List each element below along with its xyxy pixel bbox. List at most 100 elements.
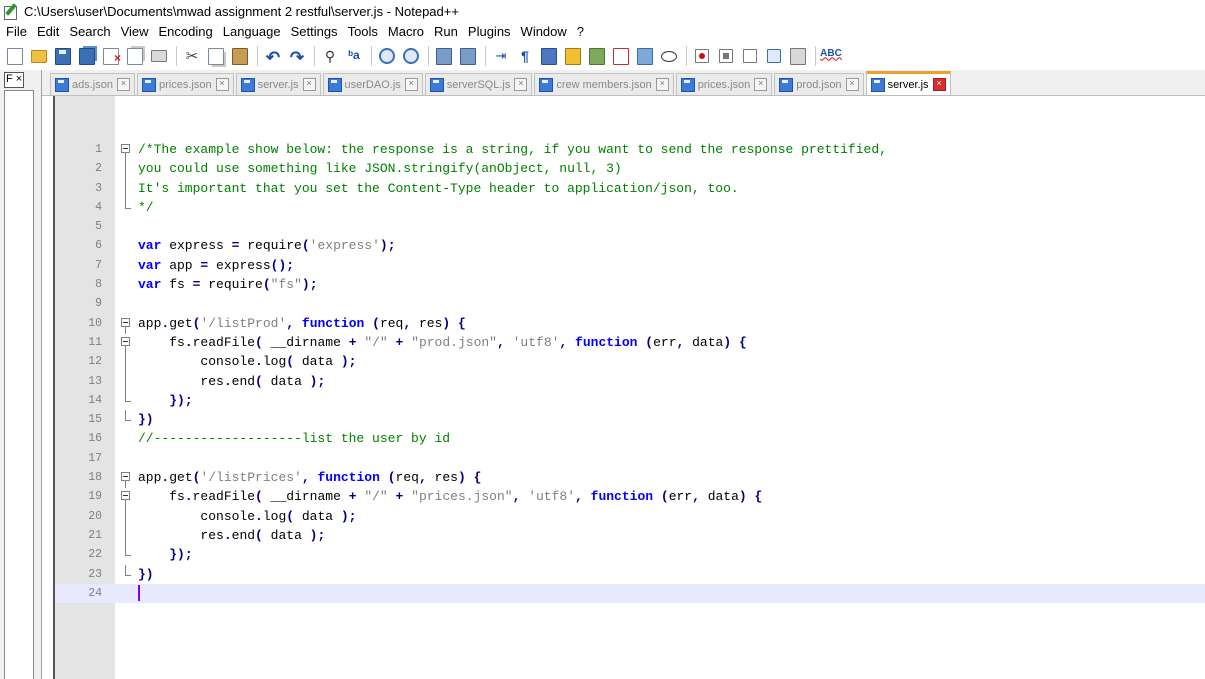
code-token: require	[239, 238, 302, 254]
code-token: data	[262, 373, 310, 389]
line-number: 5	[95, 220, 102, 234]
tab-close-icon[interactable]: ×	[404, 78, 418, 91]
save-button[interactable]	[52, 45, 74, 67]
close-all-button[interactable]	[124, 45, 146, 67]
menu-run[interactable]: Run	[429, 22, 463, 42]
tab-label: prod.json	[796, 78, 842, 91]
code-token: log	[262, 508, 287, 524]
code-text	[138, 584, 140, 603]
stop-recording-button[interactable]	[715, 45, 737, 67]
save-macro-button[interactable]	[787, 45, 809, 67]
fold-line	[119, 545, 133, 564]
new-file-button[interactable]	[4, 45, 26, 67]
menu-encoding[interactable]: Encoding	[154, 22, 218, 42]
menu-search[interactable]: Search	[64, 22, 115, 42]
word-wrap-button[interactable]: ⇥	[490, 45, 512, 67]
tab-userdao-js[interactable]: userDAO.js ×	[322, 73, 423, 95]
redo-button[interactable]: ↷	[286, 45, 308, 67]
menu-tools[interactable]: Tools	[343, 22, 383, 42]
fold-toggle-icon[interactable]	[119, 140, 133, 160]
code-text: /*The example show below: the response i…	[138, 140, 887, 159]
code-token: (	[255, 334, 263, 350]
monitoring-icon	[661, 50, 677, 62]
code-token: fs	[138, 334, 185, 350]
code-token: );	[301, 277, 318, 293]
find-button[interactable]: ⚲	[319, 45, 341, 67]
close-all-icon	[127, 47, 143, 65]
fold-toggle-icon[interactable]	[119, 314, 133, 334]
show-all-characters-button[interactable]: ¶	[514, 45, 536, 67]
tab-close-icon[interactable]: ×	[932, 78, 946, 91]
run-macro-multiple-button[interactable]	[763, 45, 785, 67]
code-token: '/listPrices'	[200, 470, 302, 486]
record-macro-button[interactable]	[691, 45, 713, 67]
sync-vertical-button[interactable]	[433, 45, 455, 67]
paste-button[interactable]	[229, 45, 251, 67]
code-text: });	[138, 391, 192, 410]
saved-file-icon	[240, 77, 255, 92]
copy-icon	[208, 47, 224, 65]
copy-button[interactable]	[205, 45, 227, 67]
function-list-button[interactable]	[610, 45, 632, 67]
tab-ads-json[interactable]: ads.json ×	[50, 73, 135, 95]
tab-serversql-js[interactable]: serverSQL.js ×	[424, 73, 533, 95]
code-editor[interactable]: 1 /*The example show below: the response …	[42, 96, 1205, 679]
playback-button[interactable]	[739, 45, 761, 67]
indent-guide-button[interactable]	[538, 45, 560, 67]
tab-close-icon[interactable]: ×	[754, 78, 768, 91]
undo-button[interactable]: ↶	[262, 45, 284, 67]
tab-close-icon[interactable]: ×	[655, 78, 669, 91]
menu-settings[interactable]: Settings	[286, 22, 343, 42]
code-line: 15})	[55, 410, 1205, 429]
menu-window[interactable]: Window	[516, 22, 572, 42]
fold-toggle-icon[interactable]	[119, 487, 133, 508]
menu-plugins[interactable]: Plugins	[463, 22, 516, 42]
tab-crew-members-json[interactable]: crew members.json ×	[534, 73, 674, 95]
tab-prices-json[interactable]: prices.json ×	[675, 73, 773, 95]
menu-language[interactable]: Language	[218, 22, 286, 42]
close-button[interactable]	[100, 45, 122, 67]
tab-close-icon[interactable]: ×	[845, 78, 859, 91]
menu-edit[interactable]: Edit	[32, 22, 64, 42]
function-panel-close-button[interactable]: F ×	[4, 72, 25, 88]
line-number: 19	[88, 490, 102, 504]
save-all-button[interactable]	[76, 45, 98, 67]
tab-prod-json[interactable]: prod.json ×	[774, 73, 864, 95]
zoom-out-button[interactable]	[400, 45, 422, 67]
tab-server-js[interactable]: server.js ×	[865, 71, 951, 95]
cut-button[interactable]: ✂	[181, 45, 203, 67]
menu-help[interactable]: ?	[572, 22, 589, 42]
folder-as-workspace-button[interactable]	[634, 45, 656, 67]
spell-check-button[interactable]: ABC	[820, 45, 842, 67]
zoom-in-button[interactable]	[376, 45, 398, 67]
fold-toggle-icon[interactable]	[119, 468, 133, 489]
menu-view[interactable]: View	[116, 22, 154, 42]
tab-server-js[interactable]: server.js ×	[235, 73, 321, 95]
sync-horizontal-button[interactable]	[457, 45, 479, 67]
fold-line	[119, 410, 133, 429]
print-button[interactable]	[148, 45, 170, 67]
code-line: 5	[55, 217, 1205, 236]
tab-prices-json[interactable]: prices.json ×	[136, 73, 234, 95]
fold-toggle-icon[interactable]	[119, 333, 133, 353]
user-defined-language-button[interactable]	[562, 45, 584, 67]
open-file-button[interactable]	[28, 45, 50, 67]
notepad-plus-plus-icon[interactable]	[3, 3, 19, 20]
code-token: res	[411, 315, 443, 331]
replace-button[interactable]: ᵇa	[343, 45, 365, 67]
code-text: It's important that you set the Content-…	[138, 179, 739, 198]
code-token: +	[348, 334, 357, 350]
fold-line	[119, 178, 133, 199]
tab-close-icon[interactable]: ×	[215, 78, 229, 91]
tab-close-icon[interactable]: ×	[514, 78, 528, 91]
code-token: '/listProd'	[200, 315, 287, 331]
code-token: data	[684, 334, 724, 350]
tab-close-icon[interactable]: ×	[302, 78, 316, 91]
menu-macro[interactable]: Macro	[383, 22, 429, 42]
menu-file[interactable]: File	[0, 22, 32, 42]
tab-close-icon[interactable]: ×	[116, 78, 130, 91]
monitoring-button[interactable]	[658, 45, 680, 67]
document-map-button[interactable]	[586, 45, 608, 67]
